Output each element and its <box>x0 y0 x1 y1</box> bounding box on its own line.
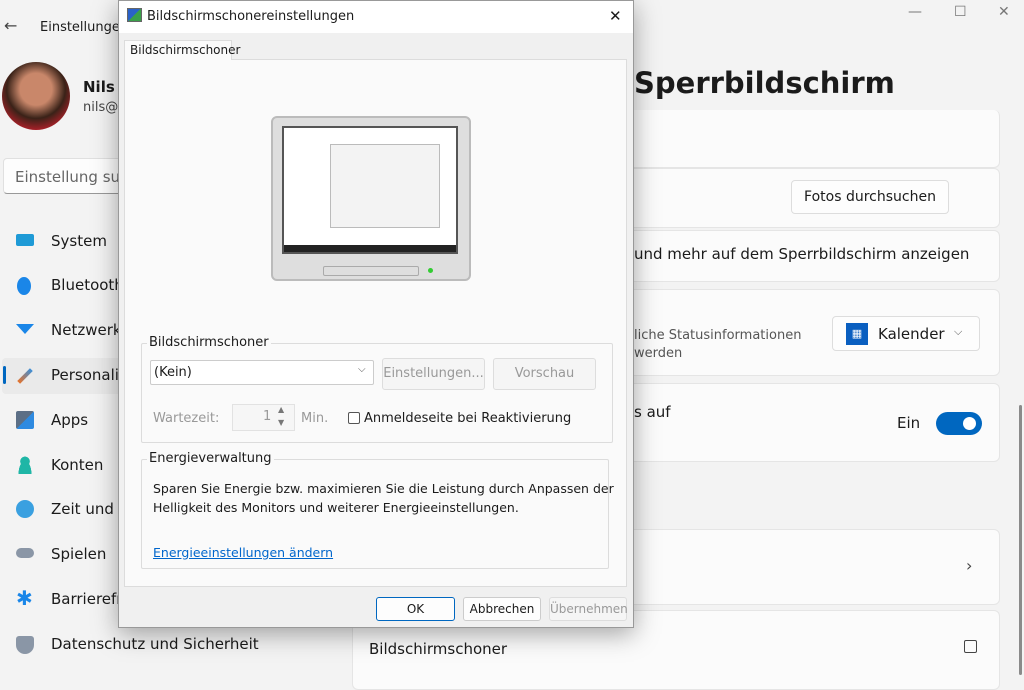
monitor-preview <box>271 116 471 281</box>
screensaver-group-label: Bildschirmschoner <box>147 335 271 350</box>
preview-screen <box>282 126 458 254</box>
sidebar-item-label: System <box>51 232 107 250</box>
shield-icon <box>16 636 34 654</box>
sidebar-item-label: Konten <box>51 456 104 474</box>
chevron-right-icon: › <box>966 556 973 575</box>
minimize-button[interactable]: — <box>908 4 922 20</box>
toggle-state-label: Ein <box>897 414 921 432</box>
power-settings-link[interactable]: Energieeinstellungen ändern <box>153 545 333 560</box>
screensaver-select-value: (Kein) <box>154 365 192 380</box>
back-button[interactable]: ← <box>4 16 17 35</box>
spin-down-icon[interactable]: ▼ <box>278 418 284 427</box>
nav-selected-indicator <box>3 366 6 384</box>
chevron-down-icon: ⌵ <box>954 325 963 338</box>
person-icon <box>16 456 34 474</box>
power-description-2: Helligkeit des Monitors und weiterer Ene… <box>153 500 519 515</box>
sidebar-item-label: Personalis <box>51 366 127 384</box>
wait-unit: Min. <box>301 411 329 426</box>
ok-button[interactable]: OK <box>376 597 455 621</box>
power-led-icon <box>428 268 433 273</box>
sidebar-item-label: Netzwerk <box>51 321 122 339</box>
status-app-value: Kalender <box>878 325 945 343</box>
calendar-icon: ▦ <box>846 323 868 345</box>
screensaver-select[interactable]: (Kein) ⌵ <box>150 360 374 385</box>
status-description-1: liche Statusinformationen <box>634 328 802 343</box>
wait-label: Wartezeit: <box>153 411 220 426</box>
tab-screensaver[interactable]: Bildschirmschoner <box>124 40 240 60</box>
sidebar-item-label: Bluetooth <box>51 276 124 294</box>
chevron-down-icon: ⌵ <box>358 364 366 375</box>
sidebar-item-label: Apps <box>51 411 89 429</box>
screensaver-link-label: Bildschirmschoner <box>369 640 508 658</box>
avatar <box>2 62 70 130</box>
maximize-button[interactable]: ☐ <box>954 4 967 20</box>
accessibility-icon: ✱ <box>16 586 33 610</box>
bluetooth-icon <box>17 277 31 295</box>
sidebar-item-label: Zeit und S <box>51 500 129 518</box>
preview-taskbar <box>284 245 456 252</box>
toggle-knob <box>963 417 976 430</box>
wifi-icon <box>16 324 34 334</box>
monitor-icon <box>16 234 34 246</box>
status-app-dropdown[interactable]: ▦ Kalender ⌵ <box>832 316 980 351</box>
dialog-close-button[interactable]: ✕ <box>609 7 622 25</box>
browse-photos-button[interactable]: Fotos durchsuchen <box>791 180 949 214</box>
dialog-title: Bildschirmschonereinstellungen <box>147 9 355 24</box>
sidebar-item-label: Spielen <box>51 545 107 563</box>
wait-spinner[interactable]: 1 ▲ ▼ <box>232 404 295 431</box>
resume-checkbox-label[interactable]: Anmeldeseite bei Reaktivierung <box>364 411 571 426</box>
sidebar-item-label: Datenschutz und Sicherheit <box>51 635 259 653</box>
resume-checkbox[interactable] <box>348 412 360 424</box>
apps-icon <box>16 411 34 429</box>
power-group-label: Energieverwaltung <box>147 451 274 466</box>
status-description-2: werden <box>634 346 683 361</box>
monitor-stand <box>323 266 419 276</box>
show-more-label: und mehr auf dem Sperrbildschirm anzeige… <box>634 245 970 263</box>
clock-icon <box>16 500 34 518</box>
screensaver-app-icon <box>127 8 142 22</box>
user-email: nils@ <box>83 100 119 115</box>
apply-button[interactable]: Übernehmen <box>549 597 628 621</box>
screensaver-dialog: Bildschirmschonereinstellungen ✕ Bildsch… <box>118 0 634 628</box>
settings-button[interactable]: Einstellungen... <box>382 358 485 390</box>
spin-up-icon[interactable]: ▲ <box>278 405 284 414</box>
scrollbar[interactable] <box>1019 405 1022 675</box>
signin-label: s auf <box>634 403 671 421</box>
toggle-switch[interactable] <box>936 412 982 435</box>
preview-window <box>330 144 440 228</box>
wait-value: 1 <box>263 409 272 424</box>
sidebar-item-label: Barrierefr <box>51 590 123 608</box>
page-title: Sperrbildschirm <box>634 66 895 100</box>
cancel-button[interactable]: Abbrechen <box>463 597 541 621</box>
preview-button[interactable]: Vorschau <box>493 358 596 390</box>
close-window-button[interactable]: ✕ <box>998 4 1010 20</box>
app-title: Einstellungen <box>40 20 129 35</box>
gamepad-icon <box>16 548 34 558</box>
power-description-1: Sparen Sie Energie bzw. maximieren Sie d… <box>153 481 614 496</box>
external-link-icon <box>964 640 977 653</box>
